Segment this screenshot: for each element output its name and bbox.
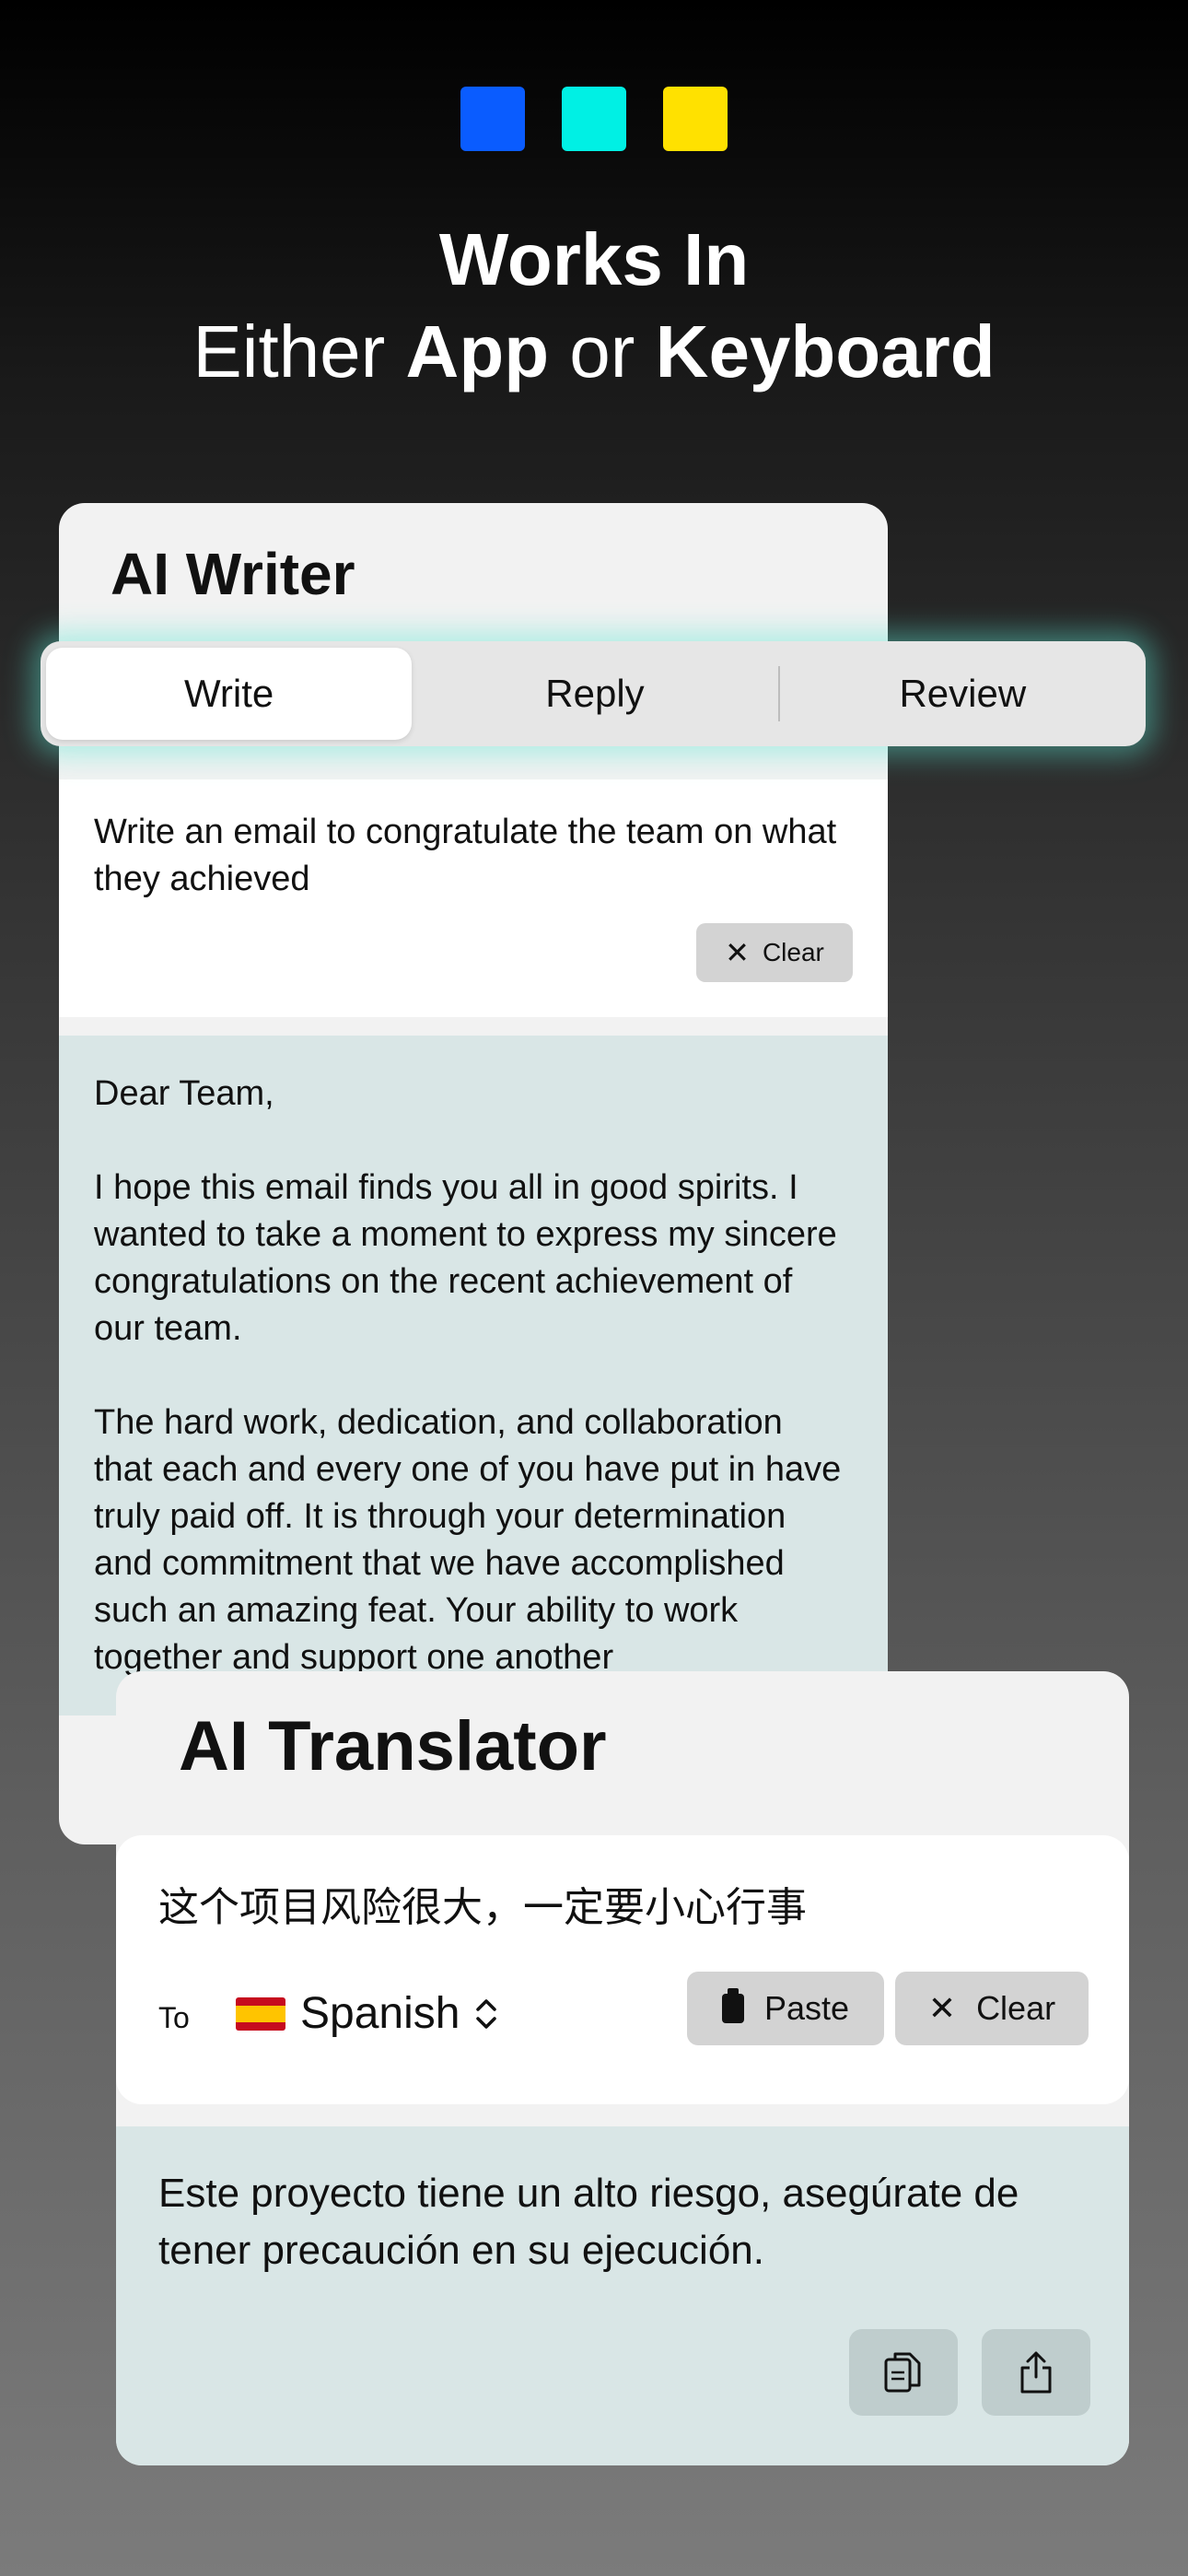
yellow-square [663,87,728,151]
tab-reply[interactable]: Reply [412,648,777,740]
blue-square [460,87,525,151]
writer-clear-label: Clear [762,938,824,966]
headline-keyboard: Keyboard [655,310,996,392]
to-label: To [158,2001,190,2034]
paste-label: Paste [763,1989,850,2027]
cyan-square [562,87,626,151]
language-selector[interactable]: Spanish [236,1988,498,2039]
prompt-input[interactable]: Write an email to congratulate the team … [94,809,849,903]
translation-output: Este proyecto tiene un alto riesgo, aseg… [116,2126,1129,2465]
translator-clear-label: Clear [976,1989,1056,2027]
writer-title: AI Writer [111,541,355,607]
headline: Works In Either App or Keyboard [0,214,1188,398]
headline-or: or [569,310,635,392]
prompt-box[interactable]: Write an email to congratulate the team … [59,779,888,1017]
share-button[interactable] [982,2329,1090,2416]
mode-segmented-control: Write Reply Review [41,641,1146,746]
chevron-up-down-icon [474,1996,498,2032]
brand-squares [0,87,1188,151]
writer-result-text: Dear Team, I hope this email finds you a… [94,1074,842,1677]
close-icon: ✕ [725,936,750,969]
source-text-input[interactable]: 这个项目风险很大，一定要小心行事 [158,1874,807,1933]
translation-text: Este proyecto tiene un alto riesgo, aseg… [158,2171,1019,2273]
tab-write[interactable]: Write [46,648,413,740]
spain-flag-icon [236,1996,285,2031]
ai-translator-card: AI Translator 这个项目风险很大，一定要小心行事 To Spanis… [116,1671,1129,2465]
tab-review[interactable]: Review [780,648,1146,740]
writer-result: Dear Team, I hope this email finds you a… [59,1036,888,1715]
share-icon [1020,2351,1052,2394]
translator-clear-button[interactable]: ✕ Clear [895,1972,1089,2045]
clipboard-icon [721,1988,744,2023]
headline-line2: Either App or Keyboard [0,306,1188,398]
close-icon: ✕ [927,1989,957,2027]
translator-title: AI Translator [179,1707,607,1786]
headline-either: Either [192,310,386,392]
language-label: Spanish [300,1989,460,2038]
copy-icon [884,2352,921,2393]
paste-button[interactable]: Paste [687,1972,884,2045]
copy-button[interactable] [849,2329,958,2416]
headline-line1: Works In [438,218,750,300]
translator-input-box: 这个项目风险很大，一定要小心行事 To Spanish Paste ✕ Clea… [116,1835,1129,2104]
writer-clear-button[interactable]: ✕ Clear [696,923,853,982]
headline-app: App [405,310,550,392]
